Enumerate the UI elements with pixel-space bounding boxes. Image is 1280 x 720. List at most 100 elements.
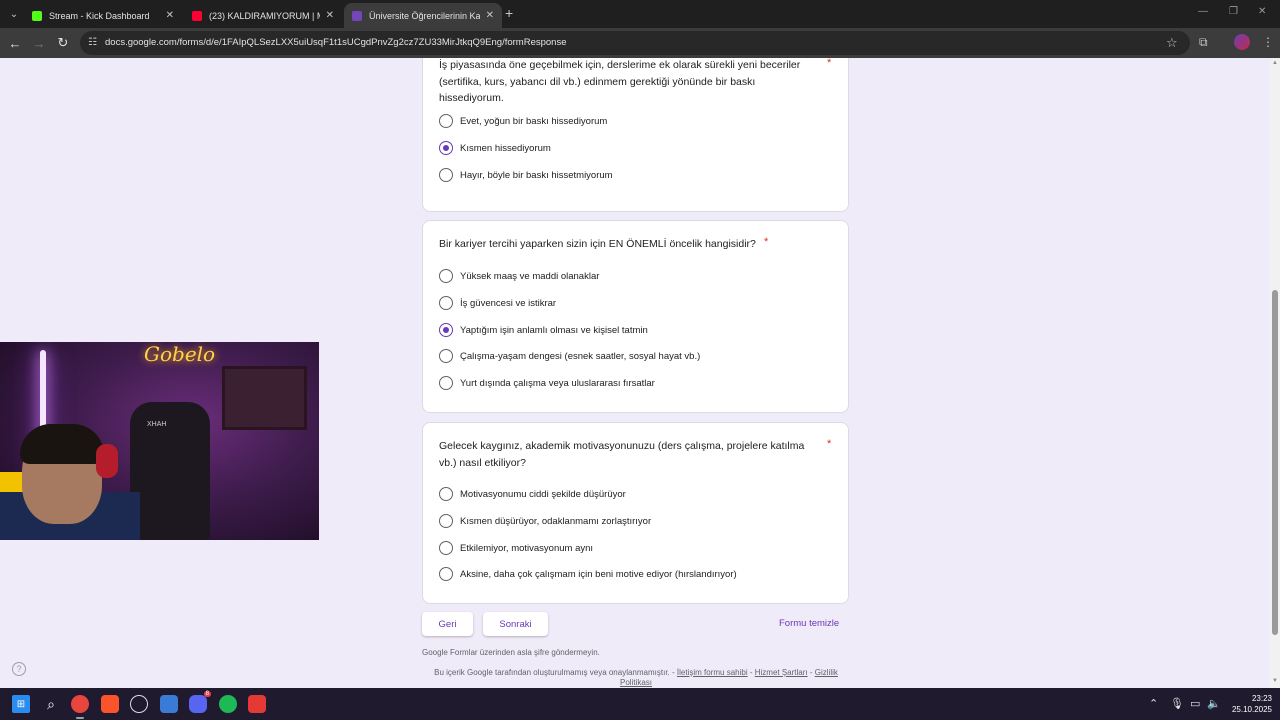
radio-button[interactable]: [439, 296, 453, 310]
forward-arrow-icon[interactable]: →: [30, 34, 48, 52]
minimize-icon[interactable]: —: [1198, 6, 1208, 17]
radio-button-selected[interactable]: [439, 141, 453, 155]
back-button[interactable]: Geri: [422, 612, 473, 636]
option-label: Hayır, böyle bir baskı hissetmiyorum: [460, 169, 613, 181]
app-icon[interactable]: [248, 695, 266, 713]
option-label: İş güvencesi ve istikrar: [460, 297, 557, 309]
tab-close-icon[interactable]: ✕: [166, 10, 174, 21]
radio-option[interactable]: Aksine, daha çok çalışmam için beni moti…: [439, 566, 737, 582]
search-icon[interactable]: ⌕: [42, 695, 60, 713]
clock-date: 25.10.2025: [1231, 705, 1272, 714]
option-label: Aksine, daha çok çalışmam için beni moti…: [460, 568, 737, 580]
chrome-menu-icon[interactable]: ⋮: [1262, 35, 1274, 49]
wall-frame: [222, 366, 307, 430]
tab-close-icon[interactable]: ✕: [326, 10, 334, 21]
bookmark-star-icon[interactable]: ☆: [1166, 35, 1178, 51]
tab-bar: ⌄ Stream - Kick Dashboard ✕ (23) KALDIRA…: [0, 0, 1280, 28]
radio-option[interactable]: Kısmen hissediyorum: [439, 140, 551, 156]
form-footer: Bu içerik Google tarafından oluşturulmam…: [424, 668, 848, 688]
tab-google-forms[interactable]: Üniversite Öğrencilerinin Kariye ✕: [344, 3, 502, 28]
windows-start-icon[interactable]: ⊞: [12, 695, 30, 713]
option-label: Motivasyonumu ciddi şekilde düşürüyor: [460, 488, 626, 500]
radio-button[interactable]: [439, 487, 453, 501]
question-title: Bir kariyer tercihi yaparken sizin için …: [439, 238, 756, 250]
profile-avatar[interactable]: [1234, 34, 1250, 50]
window-close-icon[interactable]: ✕: [1258, 6, 1266, 17]
page-scrollbar[interactable]: ▲ ▼: [1270, 58, 1280, 688]
webcam-overlay: Gobelo XHAH: [0, 342, 319, 540]
required-asterisk: *: [827, 58, 832, 69]
radio-button[interactable]: [439, 541, 453, 555]
microphone-icon[interactable]: 🎙: [1170, 697, 1184, 710]
tab-title: Stream - Kick Dashboard: [49, 10, 150, 21]
radio-button[interactable]: [439, 514, 453, 528]
question-title: Gelecek kaygınız, akademik motivasyonunu…: [439, 440, 805, 469]
option-label: Etkilemiyor, motivasyonum aynı: [460, 542, 594, 554]
radio-option[interactable]: Kısmen düşürüyor, odaklanmamı zorlaştırı…: [439, 513, 651, 529]
chair-logo: XHAH: [147, 421, 167, 428]
network-icon[interactable]: ▭: [1190, 697, 1200, 710]
radio-option[interactable]: Etkilemiyor, motivasyonum aynı: [439, 540, 593, 556]
tab-title: (23) KALDIRAMIYORUM | Madd: [209, 10, 320, 21]
radio-option[interactable]: Yüksek maaş ve maddi olanaklar: [439, 268, 599, 284]
scrollbar-thumb[interactable]: [1272, 290, 1278, 635]
option-label: Evet, yoğun bir baskı hissediyorum: [460, 115, 608, 127]
radio-option[interactable]: İş güvencesi ve istikrar: [439, 295, 556, 311]
radio-button[interactable]: [439, 349, 453, 363]
site-info-icon[interactable]: ☷: [88, 37, 100, 49]
tab-close-icon[interactable]: ✕: [486, 10, 494, 21]
required-asterisk: *: [764, 236, 769, 248]
radio-option[interactable]: Yaptığım işin anlamlı olması ve kişisel …: [439, 322, 648, 338]
chrome-icon[interactable]: [71, 695, 89, 713]
radio-button[interactable]: [439, 376, 453, 390]
radio-option[interactable]: Çalışma-yaşam dengesi (esnek saatler, so…: [439, 348, 700, 364]
radio-option[interactable]: Hayır, böyle bir baskı hissetmiyorum: [439, 167, 613, 183]
contact-owner-link[interactable]: İletişim formu sahibi: [677, 668, 748, 677]
neon-sign: Gobelo: [144, 342, 216, 366]
radio-option[interactable]: Motivasyonumu ciddi şekilde düşürüyor: [439, 486, 626, 502]
tray-chevron-icon[interactable]: ⌃: [1149, 697, 1158, 710]
url-text[interactable]: docs.google.com/forms/d/e/1FAIpQLSezLXX5…: [105, 37, 567, 48]
new-tab-icon[interactable]: +: [505, 5, 513, 21]
obs-icon[interactable]: [130, 695, 148, 713]
option-label: Yüksek maaş ve maddi olanaklar: [460, 270, 600, 282]
spotify-icon[interactable]: [219, 695, 237, 713]
question-card: İş piyasasında öne geçebilmek için, ders…: [422, 58, 849, 212]
tab-search-icon[interactable]: ⌄: [4, 4, 24, 24]
reload-icon[interactable]: ↻: [54, 34, 72, 52]
help-icon[interactable]: ?: [12, 662, 26, 676]
option-label: Kısmen hissediyorum: [460, 142, 551, 154]
scroll-down-arrow-icon[interactable]: ▼: [1272, 678, 1278, 684]
tab-kick[interactable]: Stream - Kick Dashboard ✕: [24, 3, 182, 28]
option-label: Çalışma-yaşam dengesi (esnek saatler, so…: [460, 350, 701, 362]
radio-button[interactable]: [439, 114, 453, 128]
next-button[interactable]: Sonraki: [483, 612, 548, 636]
option-label: Kısmen düşürüyor, odaklanmamı zorlaştırı…: [460, 515, 652, 527]
volume-icon[interactable]: 🔈: [1207, 697, 1221, 710]
radio-button[interactable]: [439, 567, 453, 581]
scroll-up-arrow-icon[interactable]: ▲: [1272, 60, 1278, 66]
option-label: Yaptığım işin anlamlı olması ve kişisel …: [460, 324, 648, 336]
kick-favicon-icon: [32, 10, 42, 21]
restore-icon[interactable]: ❐: [1229, 6, 1238, 17]
taskbar-clock[interactable]: 23:23 25.10.2025: [1222, 693, 1272, 715]
discord-badge: 8: [203, 691, 211, 697]
terms-link[interactable]: Hizmet Şartları: [755, 668, 808, 677]
address-bar[interactable]: ☷ docs.google.com/forms/d/e/1FAIpQLSezLX…: [80, 31, 1190, 55]
radio-button[interactable]: [439, 168, 453, 182]
radio-option[interactable]: Yurt dışında çalışma veya uluslararası f…: [439, 375, 655, 391]
radio-button-selected[interactable]: [439, 323, 453, 337]
browser-toolbar: ← → ↻ ☷ docs.google.com/forms/d/e/1FAIpQ…: [0, 28, 1280, 58]
radio-button[interactable]: [439, 269, 453, 283]
tab-youtube[interactable]: (23) KALDIRAMIYORUM | Madd ✕: [184, 3, 342, 28]
back-arrow-icon[interactable]: ←: [6, 34, 24, 52]
settings-app-icon[interactable]: [160, 695, 178, 713]
footer-disclaimer: Bu içerik Google tarafından oluşturulmam…: [434, 668, 675, 677]
extensions-icon[interactable]: ⧉: [1199, 35, 1208, 50]
tab-title: Üniversite Öğrencilerinin Kariye: [369, 10, 480, 21]
brave-icon[interactable]: [101, 695, 119, 713]
required-asterisk: *: [827, 438, 832, 450]
clear-form-link[interactable]: Formu temizle: [779, 618, 839, 629]
discord-icon[interactable]: 8: [189, 691, 211, 713]
radio-option[interactable]: Evet, yoğun bir baskı hissediyorum: [439, 113, 607, 129]
